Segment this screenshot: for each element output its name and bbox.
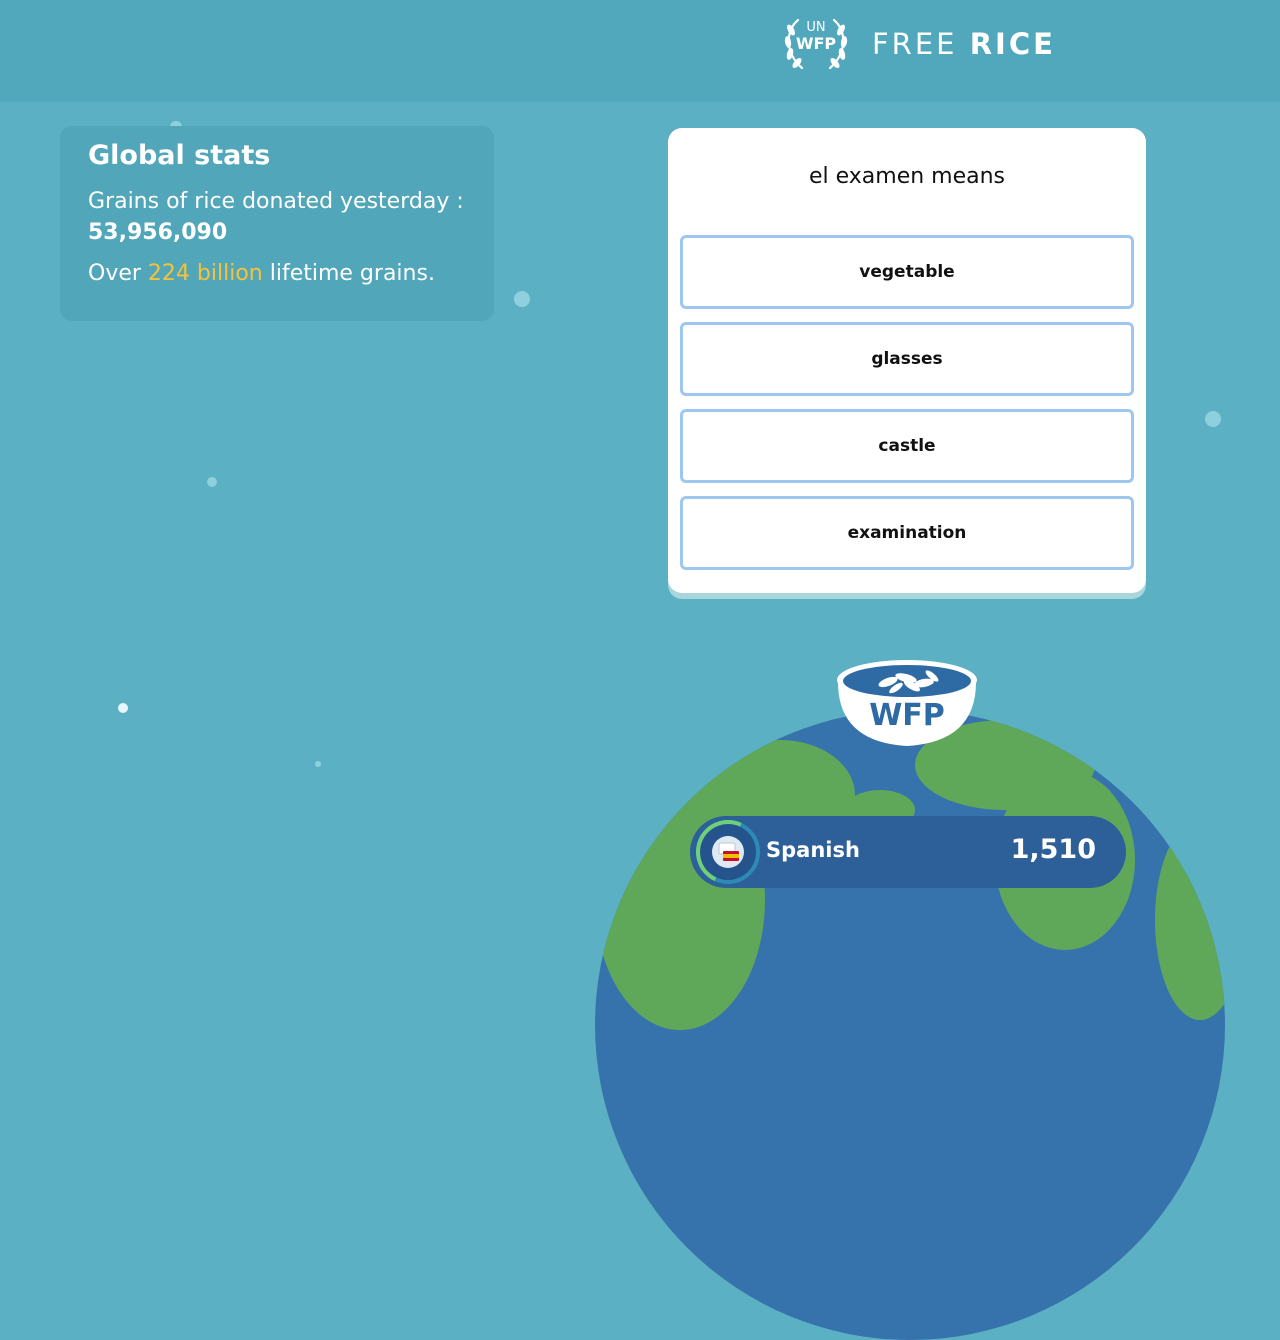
un-wfp-emblem-icon: UN WFP	[778, 12, 854, 76]
global-stats-panel: Global stats Grains of rice donated yest…	[60, 126, 494, 321]
globe-illustration	[595, 710, 1225, 1340]
yesterday-value: 53,956,090	[88, 220, 228, 245]
spanish-flag-speech-icon	[712, 836, 744, 868]
background-dot	[1205, 411, 1221, 427]
background-dot	[207, 477, 217, 487]
globe-land	[1155, 820, 1225, 1020]
lifetime-text: Over 224 billion lifetime grains.	[88, 261, 466, 286]
global-stats-title: Global stats	[88, 140, 271, 171]
brand-free: FREE	[872, 27, 958, 61]
brand-rice: RICE	[969, 27, 1056, 61]
answer-option-2[interactable]: glasses	[680, 322, 1134, 396]
brand-wordmark: FREE RICE	[872, 27, 1056, 61]
rice-score: 1,510	[1010, 834, 1096, 865]
lifetime-value: 224 billion	[147, 261, 263, 286]
answer-option-3[interactable]: castle	[680, 409, 1134, 483]
rice-bowl-icon: WFP	[836, 656, 978, 748]
header: UN WFP FREE RICE	[0, 0, 1280, 102]
background-dot	[118, 703, 128, 713]
emblem-wfp-text: WFP	[795, 34, 837, 53]
lifetime-suffix: lifetime grains.	[269, 261, 435, 286]
quiz-card: el examen means vegetable glasses castle…	[668, 128, 1146, 593]
quiz-question: el examen means	[808, 164, 1006, 189]
bowl-label: WFP	[869, 698, 945, 733]
answer-option-1[interactable]: vegetable	[680, 235, 1134, 309]
answer-option-4[interactable]: examination	[680, 496, 1134, 570]
level-progress-ring	[696, 820, 760, 884]
language-progress-bar[interactable]: Spanish 1,510	[690, 816, 1126, 888]
lifetime-prefix: Over	[88, 261, 141, 286]
freerice-logo[interactable]: UN WFP FREE RICE	[778, 12, 1056, 76]
language-name: Spanish	[766, 838, 860, 862]
background-dot	[514, 291, 530, 307]
yesterday-label: Grains of rice donated yesterday :	[88, 189, 464, 214]
background-dot	[315, 761, 321, 767]
